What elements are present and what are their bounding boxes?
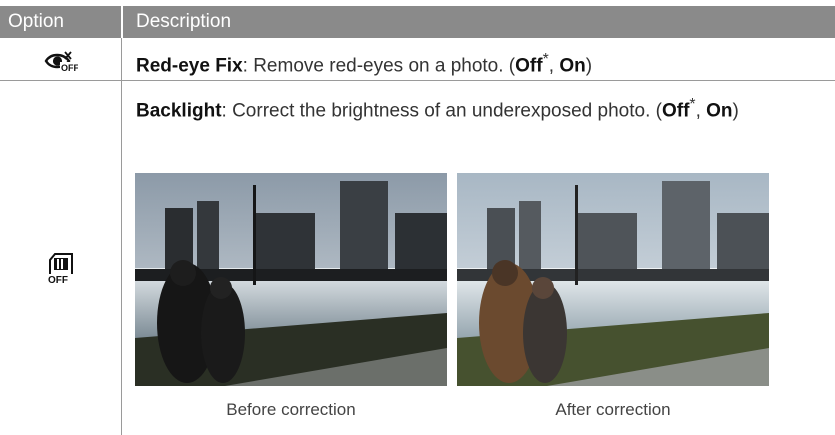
backlight-opt-sep: ,	[695, 100, 707, 122]
red-eye-fix-description: Red-eye Fix: Remove red-eyes on a photo.…	[136, 47, 826, 79]
red-eye-fix-text: : Remove red-eyes on a photo. (	[242, 55, 516, 77]
before-correction-caption: Before correction	[226, 400, 356, 419]
backlight-opt-on: On	[706, 100, 733, 122]
header-divider	[121, 6, 123, 38]
backlight-off-icon: OFF	[46, 252, 76, 286]
after-correction-photo	[457, 173, 769, 386]
red-eye-fix-opt-off: Off	[515, 55, 543, 77]
red-eye-fix-opt-on: On	[559, 55, 586, 77]
red-eye-fix-name: Red-eye Fix	[136, 55, 243, 77]
header-description: Description	[136, 11, 232, 32]
backlight-text: : Correct the brightness of an underexpo…	[221, 100, 662, 122]
red-eye-fix-opt-sep: ,	[548, 55, 560, 77]
before-correction-photo	[135, 173, 447, 386]
red-eye-fix-off-icon: OFF	[44, 50, 79, 73]
red-eye-fix-close: )	[585, 55, 593, 77]
backlight-description: Backlight: Correct the brightness of an …	[136, 92, 826, 124]
header-option: Option	[8, 11, 64, 32]
after-correction-caption: After correction	[555, 400, 671, 419]
table-header: Option Description	[0, 6, 835, 38]
svg-text:OFF: OFF	[61, 63, 78, 72]
row-divider	[0, 80, 835, 81]
backlight-opt-off: Off	[661, 100, 690, 122]
svg-text:OFF: OFF	[48, 275, 68, 284]
column-divider	[121, 38, 122, 435]
backlight-close: )	[732, 100, 739, 122]
backlight-name: Backlight	[136, 100, 222, 122]
